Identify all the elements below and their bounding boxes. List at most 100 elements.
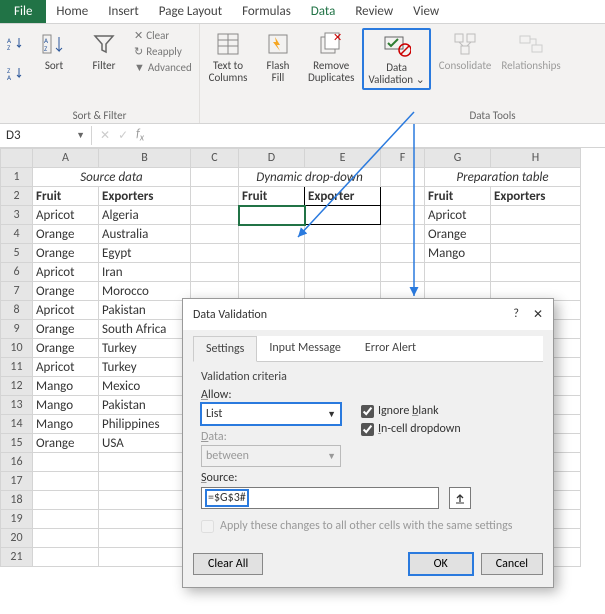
cell[interactable] <box>305 225 381 244</box>
cell[interactable]: Apricot <box>33 263 99 282</box>
cell[interactable] <box>33 472 99 491</box>
row-header[interactable]: 1 <box>1 168 33 187</box>
filter-button[interactable]: Filter <box>82 28 126 74</box>
cell[interactable] <box>191 187 239 206</box>
close-button[interactable]: ✕ <box>533 307 543 322</box>
cell[interactable] <box>491 206 581 225</box>
cell[interactable]: Turkey <box>99 358 191 377</box>
cell[interactable]: Pakistan <box>99 396 191 415</box>
cell[interactable] <box>239 244 305 263</box>
tab-file[interactable]: File <box>0 0 46 23</box>
cell[interactable] <box>491 225 581 244</box>
cell[interactable]: Mango <box>425 244 491 263</box>
col-header[interactable]: C <box>191 149 239 168</box>
row-header[interactable]: 13 <box>1 396 33 415</box>
cell[interactable]: Pakistan <box>99 301 191 320</box>
cell[interactable]: Turkey <box>99 339 191 358</box>
col-header[interactable]: G <box>425 149 491 168</box>
flash-fill-button[interactable]: Flash Fill <box>256 28 300 86</box>
data-validation-button[interactable]: Data Validation ⌄ <box>366 30 426 88</box>
cell[interactable] <box>191 225 239 244</box>
cell[interactable] <box>239 263 305 282</box>
cell[interactable] <box>99 510 191 529</box>
cell[interactable] <box>305 244 381 263</box>
cell[interactable]: Orange <box>33 339 99 358</box>
cell[interactable]: Fruit <box>425 187 491 206</box>
cell[interactable] <box>33 529 99 548</box>
row-header[interactable]: 16 <box>1 453 33 472</box>
cancel-button[interactable]: Cancel <box>481 553 543 575</box>
dialog-tab-error-alert[interactable]: Error Alert <box>353 336 428 361</box>
cell[interactable] <box>381 263 425 282</box>
cell[interactable]: Orange <box>33 434 99 453</box>
dialog-tab-settings[interactable]: Settings <box>193 336 257 362</box>
tab-review[interactable]: Review <box>345 0 403 23</box>
cell[interactable]: Dynamic drop-down <box>239 168 381 187</box>
cell[interactable] <box>191 244 239 263</box>
cell[interactable] <box>381 225 425 244</box>
cell[interactable] <box>33 548 99 567</box>
cell[interactable]: Exporters <box>491 187 581 206</box>
reapply-button[interactable]: ↻Reapply <box>132 44 194 59</box>
cell[interactable]: Australia <box>99 225 191 244</box>
cell[interactable] <box>425 263 491 282</box>
cell[interactable]: Orange <box>425 225 491 244</box>
cell[interactable] <box>191 168 239 187</box>
cell[interactable]: South Africa <box>99 320 191 339</box>
cell[interactable] <box>33 453 99 472</box>
row-header[interactable]: 7 <box>1 282 33 301</box>
cell[interactable]: Orange <box>33 225 99 244</box>
ignore-blank-checkbox[interactable]: Ignore blank <box>361 404 461 418</box>
row-header[interactable]: 6 <box>1 263 33 282</box>
row-header[interactable]: 18 <box>1 491 33 510</box>
cell[interactable] <box>99 548 191 567</box>
tab-formulas[interactable]: Formulas <box>232 0 301 23</box>
cell[interactable]: Mexico <box>99 377 191 396</box>
row-header[interactable]: 11 <box>1 358 33 377</box>
cell[interactable]: Algeria <box>99 206 191 225</box>
cell[interactable] <box>491 244 581 263</box>
name-box[interactable]: D3▼ <box>0 126 92 145</box>
cell[interactable] <box>191 263 239 282</box>
row-header[interactable]: 3 <box>1 206 33 225</box>
cell[interactable] <box>239 225 305 244</box>
relationships-button[interactable]: Relationships <box>499 28 562 74</box>
consolidate-button[interactable]: Consolidate <box>437 28 494 74</box>
col-header[interactable]: D <box>239 149 305 168</box>
sort-button[interactable]: AZ Sort <box>32 28 76 74</box>
cell[interactable]: Egypt <box>99 244 191 263</box>
ok-button[interactable]: OK <box>409 553 473 575</box>
source-input[interactable]: =$G$3# <box>201 487 439 509</box>
row-header[interactable]: 19 <box>1 510 33 529</box>
cell[interactable]: Philippines <box>99 415 191 434</box>
cell[interactable] <box>99 491 191 510</box>
tab-home[interactable]: Home <box>46 0 98 23</box>
col-header[interactable]: E <box>305 149 381 168</box>
cell[interactable]: Orange <box>33 282 99 301</box>
dialog-tab-input-message[interactable]: Input Message <box>257 336 353 361</box>
sort-az-button[interactable]: AZ <box>6 28 26 58</box>
cell[interactable]: Iran <box>99 263 191 282</box>
row-header[interactable]: 9 <box>1 320 33 339</box>
cell[interactable] <box>99 472 191 491</box>
cell[interactable]: Apricot <box>33 358 99 377</box>
cell[interactable] <box>33 510 99 529</box>
row-header[interactable]: 15 <box>1 434 33 453</box>
row-header[interactable]: 4 <box>1 225 33 244</box>
cell[interactable] <box>381 187 425 206</box>
allow-dropdown[interactable]: List▼ <box>201 403 341 425</box>
row-header[interactable]: 10 <box>1 339 33 358</box>
cell[interactable] <box>191 206 239 225</box>
cancel-icon[interactable]: ✕ <box>100 128 110 143</box>
cell[interactable]: Preparation table <box>425 168 581 187</box>
cell[interactable] <box>381 244 425 263</box>
row-header[interactable]: 17 <box>1 472 33 491</box>
row-header[interactable]: 20 <box>1 529 33 548</box>
row-header[interactable]: 21 <box>1 548 33 567</box>
incell-dropdown-checkbox[interactable]: In-cell dropdown <box>361 422 461 436</box>
col-header[interactable]: A <box>33 149 99 168</box>
row-header[interactable]: 5 <box>1 244 33 263</box>
cell[interactable] <box>305 206 381 225</box>
cell[interactable]: Orange <box>33 320 99 339</box>
advanced-button[interactable]: ▼Advanced <box>132 60 194 75</box>
